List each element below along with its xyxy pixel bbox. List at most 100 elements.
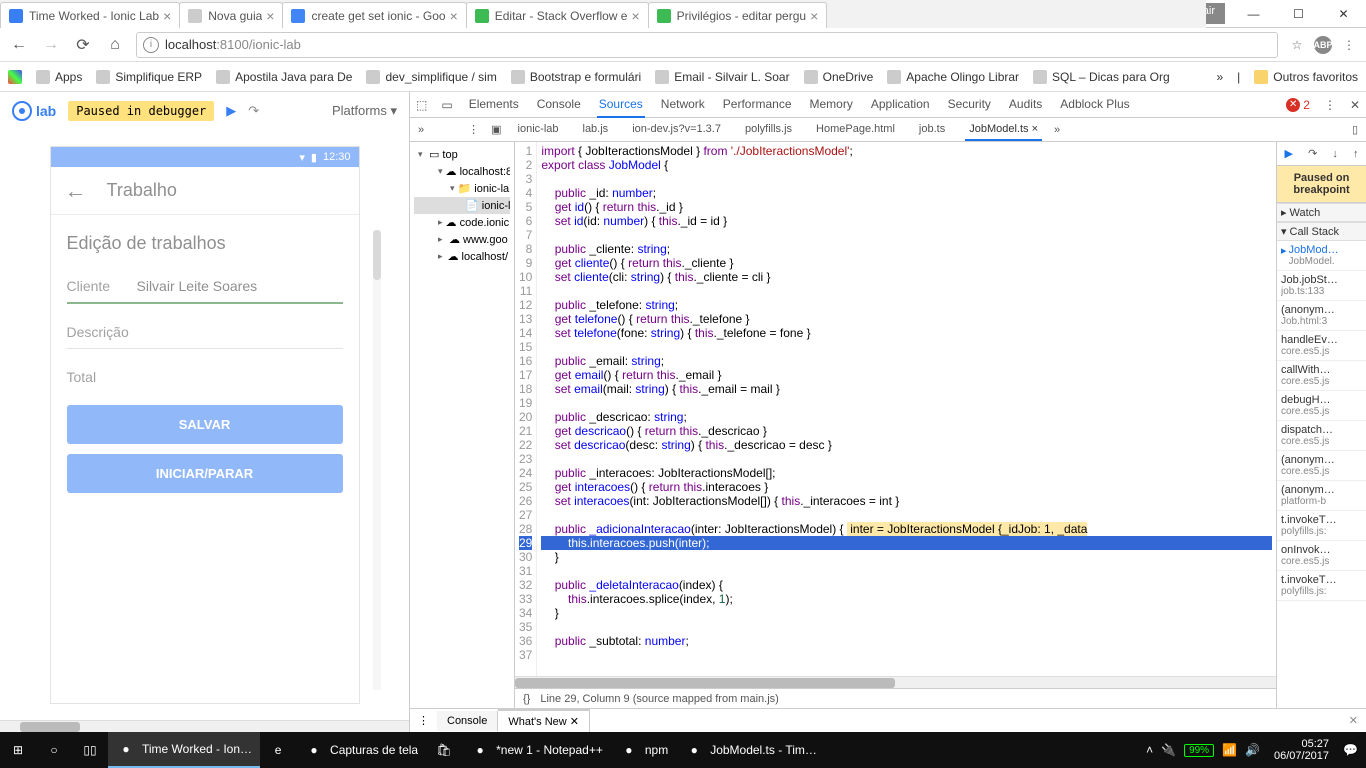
bookmark-item[interactable]: Apache Olingo Librar bbox=[887, 70, 1019, 84]
step-into-icon[interactable]: ↓ bbox=[1332, 148, 1338, 160]
bookmark-item[interactable]: Bootstrap e formulári bbox=[511, 70, 641, 84]
bookmark-item[interactable]: Apps bbox=[36, 70, 82, 84]
taskbar-app[interactable]: 🛍 bbox=[426, 732, 462, 768]
callstack-frame[interactable]: handleEv…core.es5.js bbox=[1277, 331, 1366, 361]
bookmark-item[interactable]: SQL – Dicas para Org bbox=[1033, 70, 1170, 84]
window-minimize-button[interactable]: — bbox=[1231, 0, 1276, 28]
resume-icon[interactable]: ▶ bbox=[1285, 147, 1293, 160]
tray-expand-icon[interactable]: ˄ bbox=[1146, 743, 1153, 757]
other-bookmarks[interactable]: Outros favoritos bbox=[1254, 70, 1358, 84]
file-tab[interactable]: HomePage.html bbox=[812, 119, 899, 141]
browser-tab[interactable]: Time Worked - Ionic Lab× bbox=[0, 2, 180, 28]
cliente-field[interactable]: Cliente Silvair Leite Soares bbox=[67, 270, 343, 304]
tree-item[interactable]: ▾☁ localhost:8 bbox=[414, 163, 510, 180]
drawer-console-tab[interactable]: Console bbox=[437, 711, 498, 731]
platforms-dropdown[interactable]: Platforms ▾ bbox=[332, 103, 397, 119]
callstack-frame[interactable]: onInvok…core.es5.js bbox=[1277, 541, 1366, 571]
tree-item[interactable]: ▸☁ localhost/ bbox=[414, 248, 510, 265]
devtools-tab-elements[interactable]: Elements bbox=[467, 92, 521, 118]
tab-close-icon[interactable]: × bbox=[163, 8, 171, 24]
devtools-close-icon[interactable]: ✕ bbox=[1350, 98, 1360, 112]
callstack-frame[interactable]: (anonym…platform-b bbox=[1277, 481, 1366, 511]
tab-close-icon[interactable]: × bbox=[450, 8, 458, 24]
battery-indicator[interactable]: 99% bbox=[1184, 744, 1214, 757]
devtools-tab-performance[interactable]: Performance bbox=[721, 92, 794, 118]
file-tab[interactable]: lab.js bbox=[579, 119, 613, 141]
step-out-icon[interactable]: ↑ bbox=[1353, 148, 1359, 160]
navigator-toggle-icon[interactable]: » bbox=[418, 124, 424, 136]
browser-tab[interactable]: create get set ionic - Goo× bbox=[282, 2, 466, 28]
bookmark-item[interactable]: dev_simplifique / sim bbox=[366, 70, 496, 84]
devtools-tab-audits[interactable]: Audits bbox=[1007, 92, 1044, 118]
code-editor[interactable]: 1234567891011121314151617181920212223242… bbox=[515, 142, 1276, 676]
code-scrollbar-h[interactable] bbox=[515, 676, 1276, 688]
devtools-tab-security[interactable]: Security bbox=[946, 92, 993, 118]
start-button[interactable]: ⊞ bbox=[0, 732, 36, 768]
tree-item[interactable]: ▾📁 ionic-la bbox=[414, 180, 510, 197]
callstack-frame[interactable]: (anonym…core.es5.js bbox=[1277, 451, 1366, 481]
adblock-icon[interactable]: ABP bbox=[1314, 36, 1332, 54]
devtools-tab-sources[interactable]: Sources bbox=[597, 92, 645, 118]
nav-forward-button[interactable]: → bbox=[40, 34, 62, 56]
callstack-frame[interactable]: t.invokeT…polyfills.js: bbox=[1277, 571, 1366, 601]
nav-home-button[interactable]: ⌂ bbox=[104, 34, 126, 56]
bookmark-star-icon[interactable]: ☆ bbox=[1288, 36, 1306, 54]
browser-tab[interactable]: Editar - Stack Overflow e× bbox=[466, 2, 649, 28]
window-maximize-button[interactable]: ☐ bbox=[1276, 0, 1321, 28]
taskbar-app[interactable]: ●Time Worked - Ion… bbox=[108, 732, 260, 768]
bookmark-item[interactable]: Simplifique ERP bbox=[96, 70, 202, 84]
devtools-tab-network[interactable]: Network bbox=[659, 92, 707, 118]
show-navigator-icon[interactable]: ▣ bbox=[491, 123, 501, 136]
inspect-icon[interactable]: ⬚ bbox=[416, 98, 427, 112]
error-count[interactable]: ✕2 bbox=[1286, 98, 1310, 112]
devtools-tab-application[interactable]: Application bbox=[869, 92, 932, 118]
device-mode-icon[interactable]: ▭ bbox=[441, 98, 452, 112]
file-tab[interactable]: ionic-lab bbox=[514, 119, 563, 141]
callstack-frame[interactable]: debugH…core.es5.js bbox=[1277, 391, 1366, 421]
step-over-icon[interactable]: ↷ bbox=[1308, 147, 1317, 160]
chrome-menu-icon[interactable]: ⋮ bbox=[1340, 36, 1358, 54]
debugger-step-icon[interactable]: ↷ bbox=[248, 103, 259, 119]
pretty-print-icon[interactable]: {} bbox=[523, 693, 530, 705]
callstack-frame[interactable]: t.invokeT…polyfills.js: bbox=[1277, 511, 1366, 541]
taskbar-app[interactable]: ●npm bbox=[611, 732, 676, 768]
file-tab[interactable]: JobModel.ts × bbox=[965, 119, 1042, 141]
devtools-menu-icon[interactable]: ⋮ bbox=[1324, 98, 1336, 112]
cortana-button[interactable]: ○ bbox=[36, 732, 72, 768]
apps-icon[interactable] bbox=[8, 70, 22, 84]
window-close-button[interactable]: ✕ bbox=[1321, 0, 1366, 28]
tab-close-icon[interactable]: × bbox=[266, 8, 274, 24]
taskbar-app[interactable]: ●JobModel.ts - Tim… bbox=[676, 732, 825, 768]
salvar-button[interactable]: SALVAR bbox=[67, 405, 343, 444]
drawer-menu-icon[interactable]: ⋮ bbox=[410, 714, 437, 727]
debugger-resume-icon[interactable]: ▶ bbox=[226, 103, 236, 119]
tree-item[interactable]: 📄 ionic-la bbox=[414, 197, 510, 214]
system-tray[interactable]: ˄ 🔌 99% 📶 🔊 05:27 06/07/2017 💬 bbox=[1138, 738, 1366, 762]
browser-tab[interactable]: Nova guia× bbox=[179, 2, 283, 28]
source-tree[interactable]: ▾▭ top ▾☁ localhost:8▾📁 ionic-la📄 ionic-… bbox=[410, 142, 515, 708]
file-tab[interactable]: job.ts bbox=[915, 119, 949, 141]
bookmarks-overflow[interactable]: » bbox=[1216, 70, 1223, 84]
task-view-button[interactable]: ▯▯ bbox=[72, 732, 108, 768]
bookmark-item[interactable]: Apostila Java para De bbox=[216, 70, 352, 84]
devtools-tab-console[interactable]: Console bbox=[535, 92, 583, 118]
bookmark-item[interactable]: OneDrive bbox=[804, 70, 874, 84]
file-tabs-overflow-icon[interactable]: » bbox=[1054, 124, 1060, 136]
site-info-icon[interactable]: i bbox=[143, 37, 159, 53]
watch-section[interactable]: ▸ Watch bbox=[1277, 203, 1366, 222]
file-tab[interactable]: polyfills.js bbox=[741, 119, 796, 141]
toggle-sidebar-icon[interactable]: ▯ bbox=[1352, 123, 1358, 136]
tab-close-icon[interactable]: × bbox=[631, 8, 639, 24]
devtools-tab-adblock plus[interactable]: Adblock Plus bbox=[1058, 92, 1131, 118]
drawer-close-icon[interactable]: ✕ bbox=[1341, 714, 1366, 727]
nav-back-button[interactable]: ← bbox=[8, 34, 30, 56]
callstack-frame[interactable]: (anonym…Job.html:3 bbox=[1277, 301, 1366, 331]
devtools-tab-memory[interactable]: Memory bbox=[808, 92, 855, 118]
total-field[interactable]: Total bbox=[67, 361, 343, 393]
drawer-whatsnew-tab[interactable]: What's New ✕ bbox=[498, 709, 590, 732]
taskbar-clock[interactable]: 05:27 06/07/2017 bbox=[1268, 738, 1335, 762]
back-arrow-icon[interactable]: ← bbox=[65, 178, 87, 204]
taskbar-app[interactable]: ●Capturas de tela bbox=[296, 732, 426, 768]
iniciar-parar-button[interactable]: INICIAR/PARAR bbox=[67, 454, 343, 493]
tree-item[interactable]: ▸☁ www.goo bbox=[414, 231, 510, 248]
